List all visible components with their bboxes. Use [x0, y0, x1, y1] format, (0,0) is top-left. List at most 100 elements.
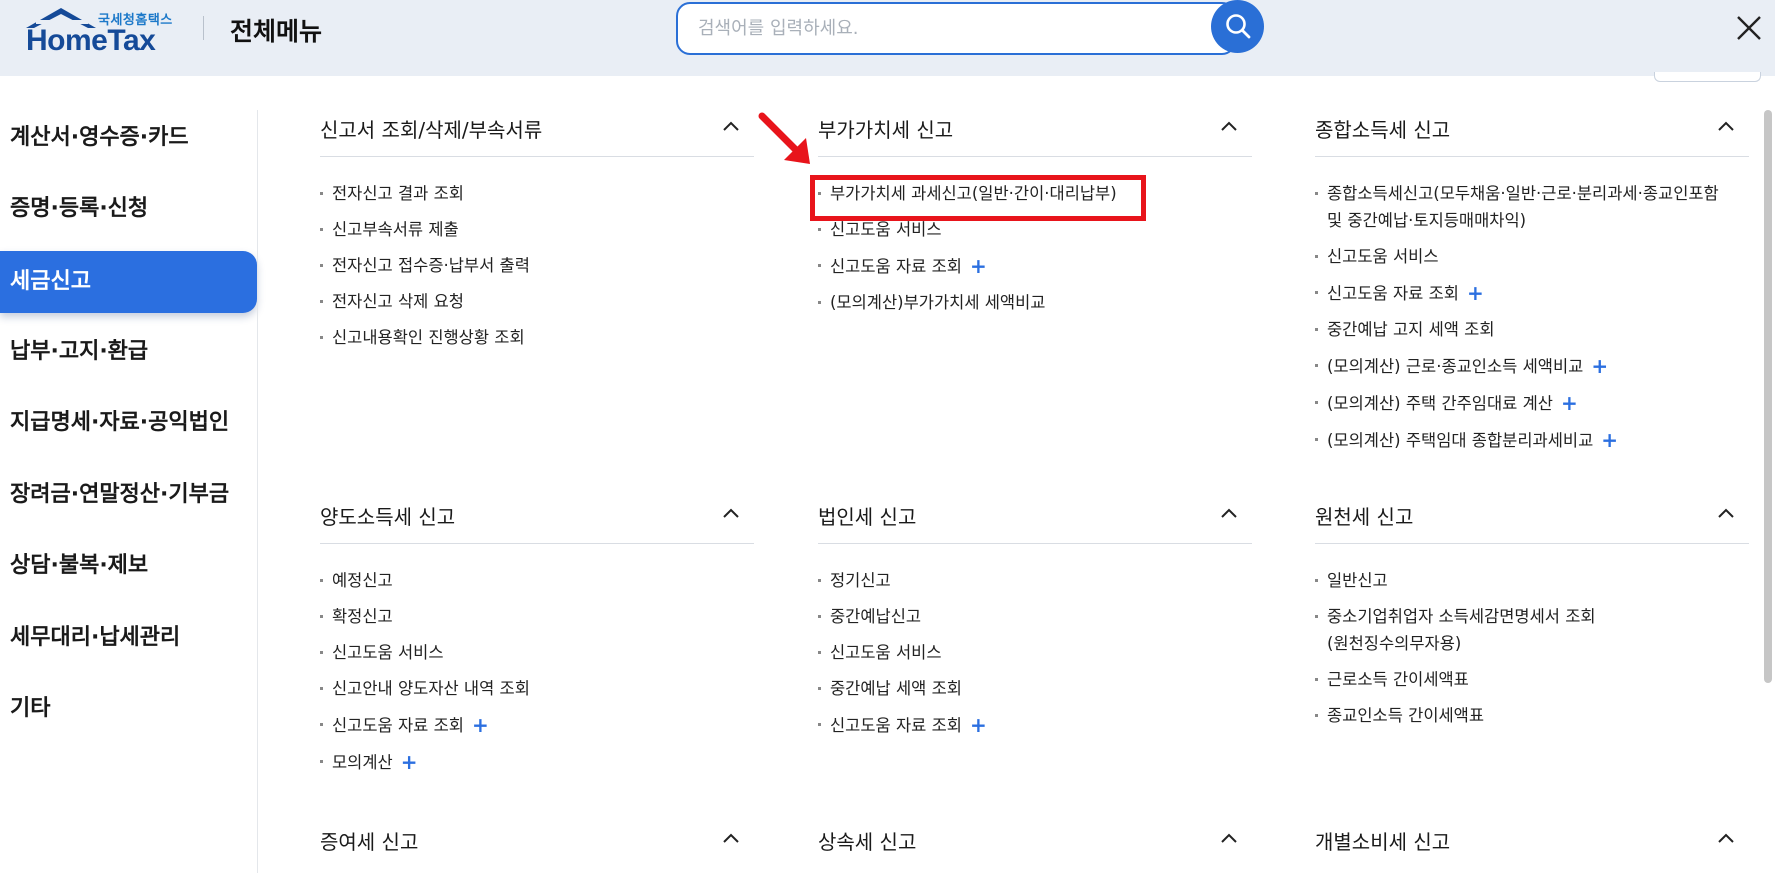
section-header[interactable]: 부가가치세 신고: [818, 106, 1252, 158]
section-header[interactable]: 법인세 신고: [818, 493, 1252, 545]
section-title: 증여세 신고: [320, 830, 419, 854]
section-divider: [320, 543, 754, 544]
section-header[interactable]: 양도소득세 신고: [320, 493, 754, 545]
section-title: 종합소득세 신고: [1315, 118, 1451, 142]
list-item[interactable]: 일반신고: [1315, 567, 1755, 594]
list-item[interactable]: 신고도움 자료 조회 +: [1315, 279, 1755, 307]
red-arrow-icon: [758, 112, 810, 164]
item-label: 신고안내 양도자산 내역 조회: [332, 679, 530, 698]
item-label: 신고부속서류 제출: [332, 220, 459, 239]
bullet-icon: [320, 228, 323, 231]
plus-icon[interactable]: +: [970, 713, 987, 737]
list-item[interactable]: (모의계산) 주택임대 종합분리과세비교 +: [1315, 426, 1755, 454]
list-item[interactable]: 신고도움 서비스: [1315, 243, 1755, 270]
item-label: 중간예납 세액 조회: [830, 679, 962, 698]
section-header[interactable]: 상속세 신고: [818, 818, 1252, 870]
item-label: 전자신고 접수증·납부서 출력: [332, 256, 530, 275]
bullet-icon: [1315, 328, 1318, 331]
plus-icon[interactable]: +: [970, 254, 987, 278]
section-header[interactable]: 원천세 신고: [1315, 493, 1749, 545]
section-list: 일반신고 중소기업취업자 소득세감면명세서 조회 (원천징수의무자용) 근로소득 …: [1315, 567, 1755, 738]
sidebar-item-consulting-appeal[interactable]: 상담·불복·제보: [0, 535, 257, 597]
plus-icon[interactable]: +: [1561, 391, 1578, 415]
list-item[interactable]: 예정신고: [320, 567, 760, 594]
section-header[interactable]: 증여세 신고: [320, 818, 754, 870]
item-label: 신고내용확인 진행상황 조회: [332, 328, 525, 347]
plus-icon[interactable]: +: [1591, 354, 1608, 378]
list-item[interactable]: 모의계산 +: [320, 748, 760, 776]
sidebar-item-payment-statement[interactable]: 지급명세·자료·공익법인: [0, 392, 257, 454]
list-item[interactable]: 신고도움 자료 조회 +: [818, 252, 1258, 280]
scrollbar[interactable]: [1764, 110, 1772, 683]
plus-icon[interactable]: +: [401, 750, 418, 774]
chevron-up-icon: [723, 833, 739, 843]
plus-icon[interactable]: +: [1601, 428, 1618, 452]
bullet-icon: [320, 760, 323, 763]
sidebar-item-tax-agent[interactable]: 세무대리·납세관리: [0, 607, 257, 669]
plus-icon[interactable]: +: [472, 713, 489, 737]
list-item[interactable]: (모의계산) 주택 간주임대료 계산 +: [1315, 389, 1755, 417]
list-item[interactable]: 신고도움 서비스: [818, 639, 1258, 666]
close-button[interactable]: [1735, 14, 1763, 42]
item-label: 종교인소득 간이세액표: [1327, 706, 1485, 725]
list-item[interactable]: 신고도움 서비스: [320, 639, 760, 666]
item-label: 전자신고 결과 조회: [332, 184, 464, 203]
section-header[interactable]: 개별소비세 신고: [1315, 818, 1749, 870]
item-label: (모의계산)부가가치세 세액비교: [830, 293, 1046, 312]
bullet-icon: [818, 579, 821, 582]
section-divider: [1315, 543, 1749, 544]
sidebar-item-incentive-yearend[interactable]: 장려금·연말정산·기부금: [0, 464, 257, 526]
bullet-icon: [320, 723, 323, 726]
bullet-icon: [1315, 255, 1318, 258]
item-label: 신고도움 자료 조회: [1327, 284, 1459, 303]
list-item[interactable]: 정기신고: [818, 567, 1258, 594]
bullet-icon: [1315, 401, 1318, 404]
section-title: 양도소득세 신고: [320, 505, 456, 529]
header: 국세청홈택스 HomeTax 전체메뉴: [0, 0, 1775, 76]
bullet-icon: [1315, 192, 1318, 195]
search-button[interactable]: [1211, 0, 1264, 53]
list-item[interactable]: 확정신고: [320, 603, 760, 630]
list-item[interactable]: 종교인소득 간이세액표: [1315, 702, 1755, 729]
section-header[interactable]: 종합소득세 신고: [1315, 106, 1749, 158]
sidebar-item-invoice-receipt-card[interactable]: 계산서·영수증·카드: [0, 107, 257, 169]
page-title: 전체메뉴: [230, 17, 323, 46]
list-item[interactable]: 전자신고 결과 조회: [320, 180, 760, 207]
sidebar-item-payment-notice-refund[interactable]: 납부·고지·환급: [0, 321, 257, 383]
list-item[interactable]: 신고도움 자료 조회 +: [818, 711, 1258, 739]
sidebar-divider: [257, 110, 258, 873]
plus-icon[interactable]: +: [1467, 281, 1484, 305]
section-title: 원천세 신고: [1315, 505, 1414, 529]
list-item[interactable]: 중간예납 고지 세액 조회: [1315, 316, 1755, 343]
list-item[interactable]: 중소기업취업자 소득세감면명세서 조회 (원천징수의무자용): [1315, 603, 1755, 657]
bullet-icon: [320, 192, 323, 195]
item-label: (모의계산) 근로·종교인소득 세액비교: [1327, 357, 1584, 376]
bullet-icon: [320, 300, 323, 303]
list-item[interactable]: 신고내용확인 진행상황 조회: [320, 324, 760, 351]
search-input[interactable]: [698, 4, 1198, 53]
sidebar-item-etc[interactable]: 기타: [0, 678, 257, 740]
logo-wordmark: HomeTax: [26, 24, 156, 57]
list-item[interactable]: 종합소득세신고(모두채움·일반·근로·분리과세·종교인포함 및 중간예납·토지등매…: [1315, 180, 1755, 234]
list-item[interactable]: (모의계산)부가가치세 세액비교: [818, 289, 1258, 316]
bullet-icon: [818, 615, 821, 618]
search-box: [676, 2, 1236, 55]
bullet-icon: [1315, 678, 1318, 681]
list-item[interactable]: 전자신고 접수증·납부서 출력: [320, 252, 760, 279]
sidebar-item-certificate-registration[interactable]: 증명·등록·신청: [0, 178, 257, 240]
list-item[interactable]: 근로소득 간이세액표: [1315, 666, 1755, 693]
list-item[interactable]: (모의계산) 근로·종교인소득 세액비교 +: [1315, 352, 1755, 380]
chevron-up-icon: [1718, 508, 1734, 518]
list-item[interactable]: 중간예납 세액 조회: [818, 675, 1258, 702]
list-item[interactable]: 신고안내 양도자산 내역 조회: [320, 675, 760, 702]
section-header[interactable]: 신고서 조회/삭제/부속서류: [320, 106, 754, 158]
list-item[interactable]: 전자신고 삭제 요청: [320, 288, 760, 315]
item-label: 신고도움 자료 조회: [830, 716, 962, 735]
list-item[interactable]: 신고부속서류 제출: [320, 216, 760, 243]
bullet-icon: [818, 651, 821, 654]
bullet-icon: [320, 579, 323, 582]
hometax-logo[interactable]: 국세청홈택스 HomeTax: [26, 6, 178, 57]
sidebar-item-tax-filing[interactable]: 세금신고: [0, 251, 257, 313]
list-item[interactable]: 중간예납신고: [818, 603, 1258, 630]
list-item[interactable]: 신고도움 자료 조회 +: [320, 711, 760, 739]
